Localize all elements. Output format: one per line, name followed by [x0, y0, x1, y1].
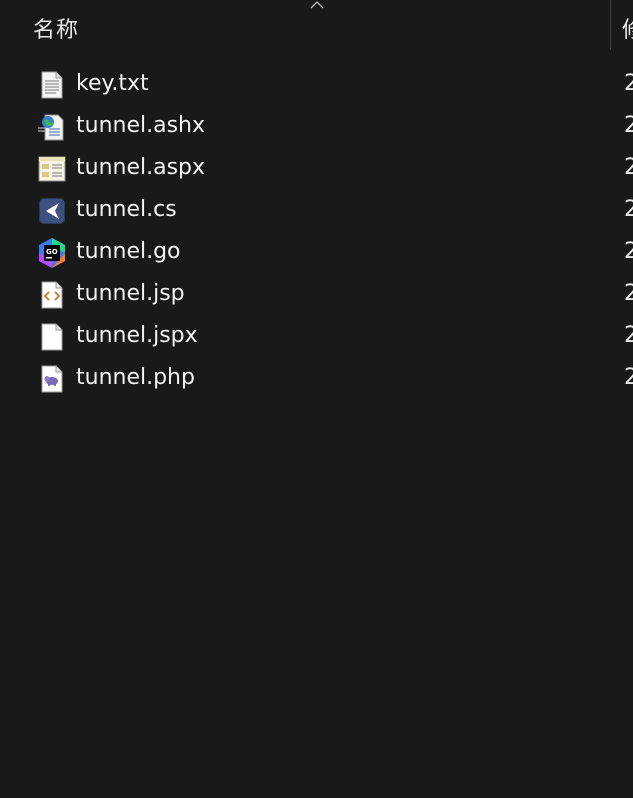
- file-date-modified: 2: [624, 197, 633, 222]
- file-name: tunnel.ashx: [76, 113, 206, 138]
- sort-ascending-chevron-icon[interactable]: [309, 0, 325, 10]
- file-explorer-view: 名称 修改日期 key.txt 2: [0, 0, 633, 798]
- file-date-modified: 2: [624, 155, 633, 180]
- file-name: tunnel.go: [76, 239, 181, 264]
- file-name: key.txt: [76, 71, 149, 96]
- file-date-modified: 2: [624, 281, 633, 306]
- file-name: tunnel.jsp: [76, 281, 185, 306]
- file-date-modified: 2: [624, 71, 633, 96]
- svg-text:GO: GO: [46, 248, 58, 256]
- column-header-date-modified[interactable]: 修改日期: [622, 12, 633, 44]
- file-name: tunnel.aspx: [76, 155, 206, 180]
- file-row[interactable]: tunnel.php 2: [0, 358, 633, 400]
- file-name: tunnel.cs: [76, 197, 177, 222]
- aspx-page-file-icon: [36, 153, 68, 185]
- file-date-modified: 2: [624, 113, 633, 138]
- jsp-file-icon: [36, 279, 68, 311]
- file-row[interactable]: tunnel.aspx 2: [0, 148, 633, 190]
- csharp-file-icon: [36, 195, 68, 227]
- file-name: tunnel.jspx: [76, 323, 198, 348]
- file-row[interactable]: GO tunnel.go 2: [0, 232, 633, 274]
- blank-file-icon: [36, 321, 68, 353]
- file-row[interactable]: tunnel.ashx 2: [0, 106, 633, 148]
- column-header-name[interactable]: 名称: [33, 12, 79, 44]
- file-row[interactable]: key.txt 2: [0, 64, 633, 106]
- file-date-modified: 2: [624, 239, 633, 264]
- file-row[interactable]: tunnel.jspx 2: [0, 316, 633, 358]
- file-list: key.txt 2 tunnel.ashx 2 tunnel.aspx 2 tu…: [0, 64, 633, 400]
- file-date-modified: 2: [624, 365, 633, 390]
- file-date-modified: 2: [624, 323, 633, 348]
- ashx-handler-file-icon: [36, 111, 68, 143]
- php-file-icon: [36, 363, 68, 395]
- goland-go-file-icon: GO: [36, 237, 68, 269]
- file-name: tunnel.php: [76, 365, 195, 390]
- column-divider[interactable]: [610, 0, 611, 50]
- text-file-icon: [36, 69, 68, 101]
- column-header-bar: 名称 修改日期: [0, 0, 633, 52]
- file-row[interactable]: tunnel.cs 2: [0, 190, 633, 232]
- file-row[interactable]: tunnel.jsp 2: [0, 274, 633, 316]
